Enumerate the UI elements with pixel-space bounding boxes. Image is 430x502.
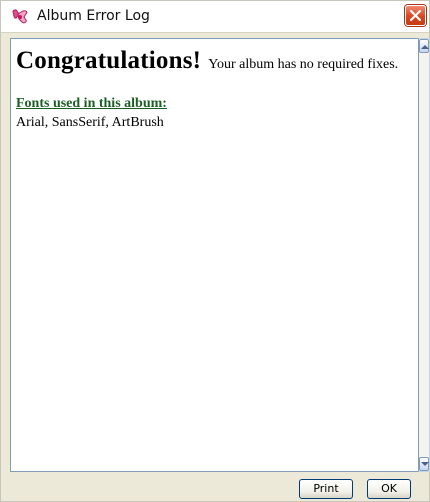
scroll-up-button[interactable] xyxy=(419,39,429,53)
scroll-down-button[interactable] xyxy=(419,457,429,471)
no-fixes-message: Your album has no required fixes. xyxy=(208,57,399,72)
print-button[interactable]: Print xyxy=(299,479,353,499)
fonts-used-heading: Fonts used in this album: xyxy=(16,96,167,111)
result-headline: Congratulations! Your album has no requi… xyxy=(16,47,398,75)
scroll-down-arrow-icon xyxy=(421,462,429,466)
window-title: Album Error Log xyxy=(37,8,150,24)
congratulations-heading: Congratulations! xyxy=(16,47,202,74)
log-content-area: Congratulations! Your album has no requi… xyxy=(10,38,418,472)
fonts-used-list: Arial, SansSerif, ArtBrush xyxy=(16,115,164,130)
close-icon xyxy=(409,9,422,22)
album-error-log-window: Album Error Log Congratulations! Your al… xyxy=(0,0,430,502)
title-bar[interactable]: Album Error Log xyxy=(1,1,429,33)
ok-button[interactable]: OK xyxy=(367,479,411,499)
album-icon xyxy=(11,9,29,25)
close-button[interactable] xyxy=(405,5,426,26)
scroll-up-arrow-icon xyxy=(421,45,429,49)
vertical-scrollbar[interactable] xyxy=(418,38,430,472)
